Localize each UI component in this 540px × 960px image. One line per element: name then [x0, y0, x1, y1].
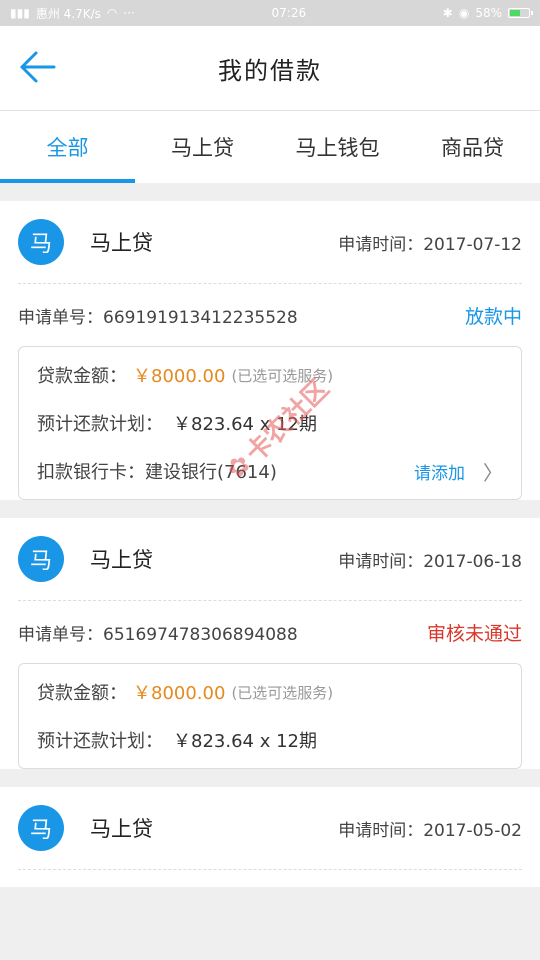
amount-value: ￥8000.00 — [133, 366, 226, 387]
status-right: ✱ ◉ 58% — [442, 6, 533, 20]
location-icon: ◉ — [458, 6, 470, 20]
card-header: 马 马上贷 申请时间：2017-05-02 — [18, 787, 522, 870]
card-header: 马 马上贷 申请时间：2017-06-18 — [18, 518, 522, 601]
tab-product-loan[interactable]: 商品贷 — [405, 111, 540, 183]
loan-detail-box: 贷款金额： ￥8000.00 (已选可选服务) 预计还款计划： ￥823.64 … — [18, 663, 522, 769]
product-name: 马上贷 — [90, 548, 153, 572]
product-logo: 马 — [18, 219, 64, 265]
add-card-label: 请添加 — [414, 463, 465, 484]
clock: 07:26 — [271, 6, 307, 20]
amount-label: 贷款金额： — [37, 366, 127, 387]
battery-percent: 58% — [475, 6, 502, 20]
page-title: 我的借款 — [218, 56, 322, 85]
bank-line: 扣款银行卡：建设银行(7614) 请添加 〉 — [37, 447, 503, 495]
arrow-left-icon — [20, 51, 56, 83]
wifi-icon: ◠ — [106, 6, 118, 20]
product-logo: 马 — [18, 536, 64, 582]
status-badge: 审核未通过 — [426, 622, 522, 645]
amount-note: (已选可选服务) — [231, 683, 334, 702]
add-card-button[interactable]: 请添加 〉 — [414, 457, 503, 486]
bluetooth-icon: ✱ — [442, 6, 453, 20]
product-name: 马上贷 — [90, 817, 153, 841]
amount-value: ￥8000.00 — [133, 683, 226, 704]
loan-detail-box: 贷款金额： ￥8000.00 (已选可选服务) 预计还款计划： ￥823.64 … — [18, 346, 522, 500]
tab-mashang-wallet[interactable]: 马上钱包 — [270, 111, 405, 183]
amount-label: 贷款金额： — [37, 683, 127, 704]
status-badge: 放款中 — [464, 305, 522, 328]
order-number: 申请单号：669191913412235528 — [18, 307, 298, 328]
plan-value: ￥823.64 x 12期 — [173, 731, 317, 752]
battery-fill — [509, 10, 520, 16]
tab-mashangdai[interactable]: 马上贷 — [135, 111, 270, 183]
status-bar: ▮▮▮ 惠州 4.7K/s ◠ ··· 07:26 ✱ ◉ 58% — [0, 0, 540, 26]
loan-card[interactable]: 马 马上贷 申请时间：2017-06-18 申请单号：6516974783068… — [0, 518, 540, 769]
apply-time: 申请时间：2017-05-02 — [338, 820, 522, 841]
loan-list: 马 马上贷 申请时间：2017-07-12 申请单号：6691919134122… — [0, 183, 540, 887]
nav-bar: 我的借款 — [0, 26, 540, 111]
amount-line: 贷款金额： ￥8000.00 (已选可选服务) — [37, 668, 503, 716]
amount-note: (已选可选服务) — [231, 366, 334, 385]
signal-icon: ▮▮▮ — [10, 6, 30, 20]
apply-time: 申请时间：2017-06-18 — [338, 551, 522, 572]
product-name: 马上贷 — [90, 231, 153, 255]
plan-line: 预计还款计划： ￥823.64 x 12期 — [37, 716, 503, 764]
plan-label: 预计还款计划： — [37, 414, 163, 435]
back-button[interactable] — [18, 50, 62, 86]
status-left: ▮▮▮ 惠州 4.7K/s ◠ ··· — [10, 5, 135, 22]
product-logo: 马 — [18, 805, 64, 851]
chevron-right-icon: 〉 — [483, 460, 503, 485]
plan-line: 预计还款计划： ￥823.64 x 12期 — [37, 399, 503, 447]
bank-card: 扣款银行卡：建设银行(7614) — [37, 462, 277, 483]
carrier-text: 惠州 4.7K/s — [35, 6, 101, 21]
plan-value: ￥823.64 x 12期 — [173, 414, 317, 435]
more-icon: ··· — [123, 6, 135, 20]
loan-card[interactable]: 马 马上贷 申请时间：2017-07-12 申请单号：6691919134122… — [0, 201, 540, 500]
tab-all[interactable]: 全部 — [0, 111, 135, 183]
order-row: 申请单号：669191913412235528 放款中 — [18, 284, 522, 346]
battery-icon — [507, 8, 533, 18]
amount-line: 贷款金额： ￥8000.00 (已选可选服务) — [37, 351, 503, 399]
loan-card[interactable]: 马 马上贷 申请时间：2017-05-02 — [0, 787, 540, 887]
apply-time: 申请时间：2017-07-12 — [338, 234, 522, 255]
card-header: 马 马上贷 申请时间：2017-07-12 — [18, 201, 522, 284]
order-row: 申请单号：651697478306894088 审核未通过 — [18, 601, 522, 663]
order-number: 申请单号：651697478306894088 — [18, 624, 298, 645]
tab-bar: 全部 马上贷 马上钱包 商品贷 — [0, 111, 540, 183]
plan-label: 预计还款计划： — [37, 731, 163, 752]
